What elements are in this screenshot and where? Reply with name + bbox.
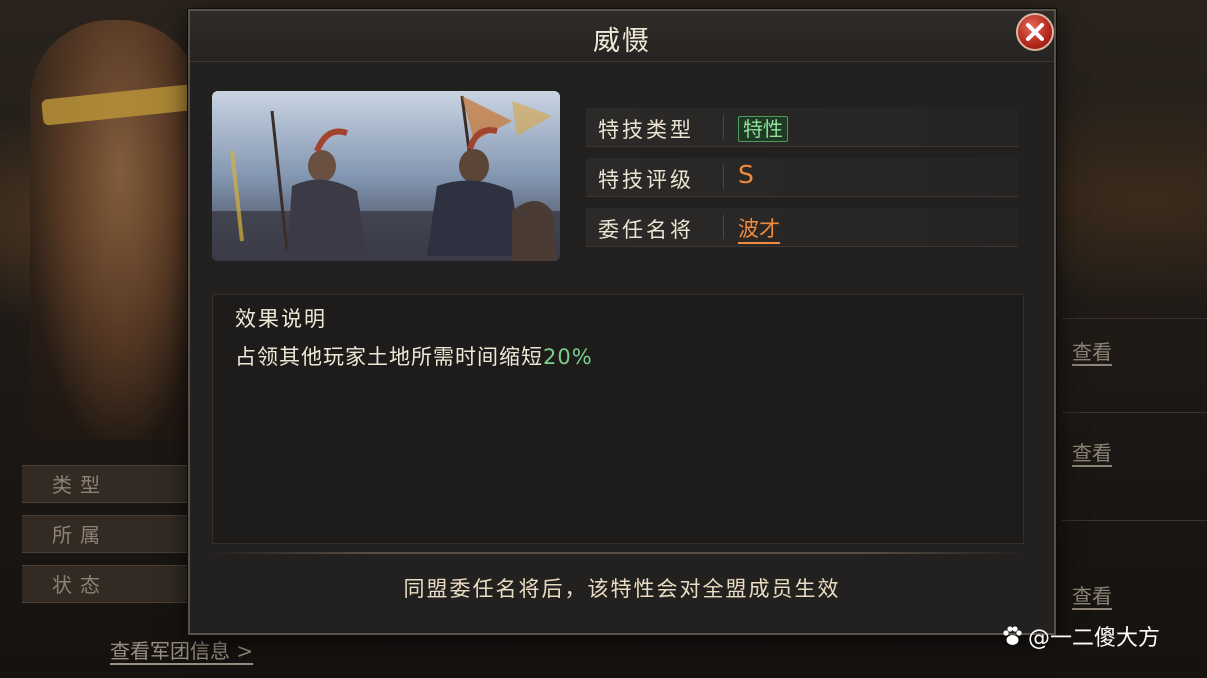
watermark: @一二傻大方 [1000, 620, 1160, 652]
paw-icon [1003, 626, 1022, 645]
row-separator [723, 215, 724, 239]
bg-row-affiliation: 所属 [22, 515, 192, 553]
trait-tag: 特性 [738, 116, 788, 142]
effect-title: 效果说明 [235, 307, 327, 331]
row-separator [723, 115, 724, 139]
footer-divider [212, 552, 1024, 554]
appointed-general-value: 波才 [738, 213, 780, 244]
effect-text-body: 占领其他玩家土地所需时间缩短 [235, 345, 543, 369]
battle-scene-illustration [212, 91, 560, 261]
close-icon [1026, 23, 1044, 41]
skill-grade-row: 特技评级 S [586, 158, 1018, 197]
close-button[interactable] [1016, 13, 1054, 51]
appointed-general-label: 委任名将 [598, 218, 694, 242]
watermark-text: @一二傻大方 [1028, 626, 1161, 651]
skill-grade-value: S [738, 160, 754, 189]
skill-detail-modal: 威慑 特技类型 特性 特技评级 S 委任名将 波才 效果说明 占领其他玩家土地所… [188, 9, 1056, 635]
effect-percent: 20% [543, 345, 593, 369]
skill-artwork [212, 91, 560, 261]
view-team-info-link[interactable]: 查看军团信息 > [110, 635, 253, 664]
appointed-general-row: 委任名将 波才 [586, 208, 1018, 247]
bg-list-divider [1062, 318, 1207, 319]
effect-text: 占领其他玩家土地所需时间缩短20% [235, 341, 593, 371]
bg-list-divider [1062, 520, 1207, 521]
modal-header: 威慑 [190, 11, 1054, 62]
general-name-link[interactable]: 波才 [738, 217, 780, 244]
view-link-2[interactable]: 查看 [1072, 437, 1112, 466]
skill-type-row: 特技类型 特性 [586, 108, 1018, 147]
bg-list-divider [1062, 412, 1207, 413]
bg-row-status: 状态 [22, 565, 192, 603]
skill-type-value: 特性 [738, 113, 788, 142]
alliance-effect-note: 同盟委任名将后，该特性会对全盟成员生效 [403, 577, 841, 601]
bg-row-type: 类型 [22, 465, 192, 503]
row-separator [723, 165, 724, 189]
effect-description-panel: 效果说明 占领其他玩家土地所需时间缩短20% [212, 294, 1024, 544]
skill-grade-label: 特技评级 [598, 168, 694, 192]
skill-type-label: 特技类型 [598, 118, 694, 142]
general-portrait [30, 20, 200, 440]
view-link-1[interactable]: 查看 [1072, 336, 1112, 365]
modal-title: 威慑 [593, 26, 651, 57]
view-link-3[interactable]: 查看 [1072, 580, 1112, 609]
